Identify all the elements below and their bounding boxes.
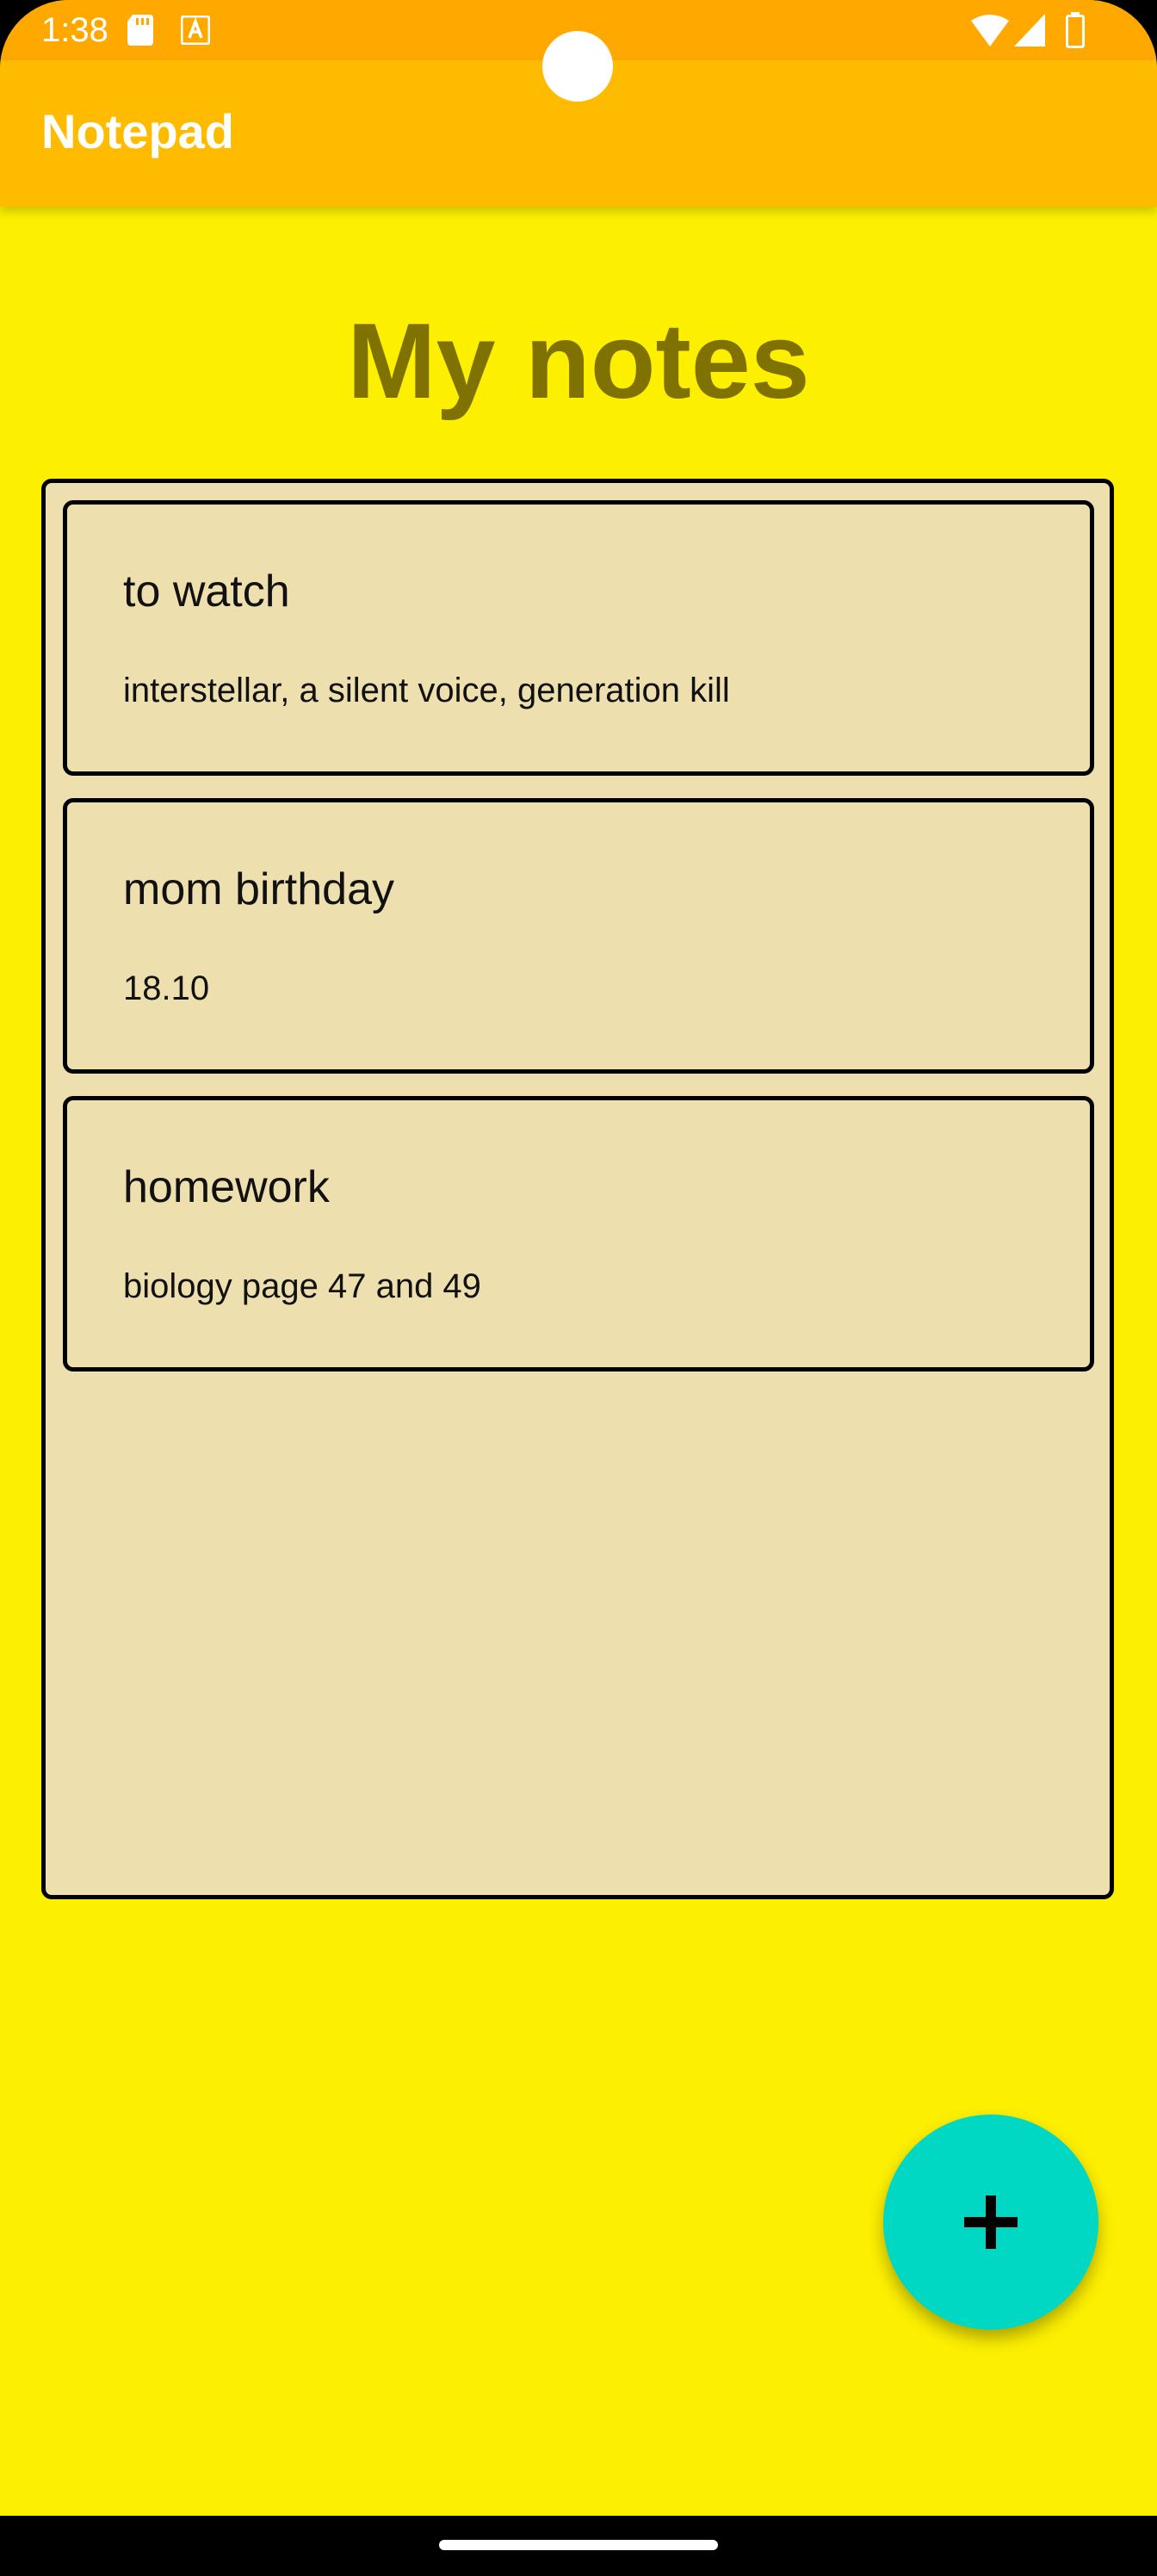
status-time: 1:38: [41, 11, 108, 49]
note-card[interactable]: homework biology page 47 and 49: [63, 1096, 1094, 1372]
navigation-bar: [0, 2516, 1157, 2576]
sd-card-icon: [127, 15, 153, 46]
home-handle[interactable]: [439, 2540, 718, 2550]
signal-icon: [1014, 14, 1045, 46]
plus-icon: [964, 2195, 1018, 2249]
note-title: to watch: [123, 567, 290, 616]
note-body: 18.10: [123, 969, 210, 1007]
notes-list: to watch interstellar, a silent voice, g…: [41, 479, 1114, 1899]
page-title: My notes: [347, 302, 810, 421]
battery-icon: [1066, 12, 1085, 48]
note-card[interactable]: to watch interstellar, a silent voice, g…: [63, 500, 1094, 776]
add-note-button[interactable]: [883, 2115, 1098, 2330]
app-title: Notepad: [41, 104, 234, 158]
note-body: biology page 47 and 49: [123, 1267, 481, 1305]
camera-cutout: [542, 31, 613, 102]
note-body: interstellar, a silent voice, generation…: [123, 672, 730, 709]
wifi-icon: [971, 15, 1009, 46]
note-title: mom birthday: [123, 864, 394, 914]
note-title: homework: [123, 1162, 330, 1212]
screen: 1:38 Notepad My notes to watch interstel…: [0, 0, 1157, 2576]
note-card[interactable]: mom birthday 18.10: [63, 798, 1094, 1074]
a-notification-icon: [181, 15, 210, 45]
